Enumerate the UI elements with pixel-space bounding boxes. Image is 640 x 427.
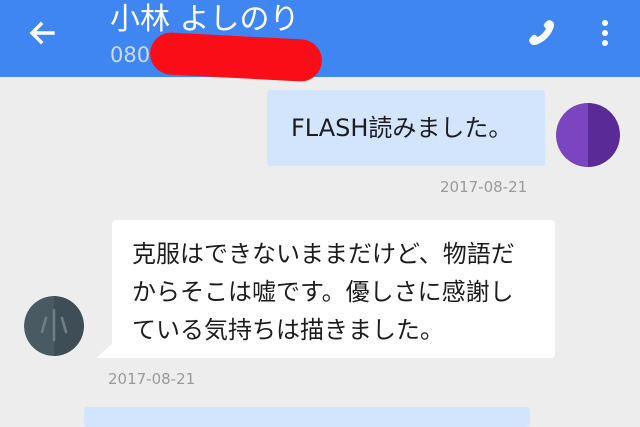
incoming-bubble-tail — [96, 342, 114, 358]
redaction-mark — [149, 31, 323, 83]
back-arrow-icon[interactable] — [26, 17, 58, 49]
more-options-icon[interactable] — [596, 15, 614, 51]
outgoing-message-bubble[interactable]: FLASH読みました。 — [267, 90, 545, 166]
outgoing-message-bubble-partial[interactable] — [84, 407, 530, 427]
outgoing-message-date: 2017-08-21 — [440, 178, 528, 196]
contact-name: 小林 よしのり — [110, 2, 300, 37]
message-text: FLASH読みました。 — [291, 114, 513, 142]
contact-avatar[interactable] — [24, 296, 84, 356]
message-line: 克服はできないままだけど、物語だ — [132, 240, 515, 268]
message-line: からそこは嘘です。優しさに感謝し — [132, 278, 514, 306]
incoming-message-date: 2017-08-21 — [108, 370, 196, 388]
contact-avatar-icon — [24, 296, 84, 356]
incoming-message-bubble[interactable]: 克服はできないままだけど、物語だ からそこは嘘です。優しさに感謝し ている気持ち… — [112, 220, 555, 358]
phone-icon[interactable] — [524, 15, 560, 51]
purple-avatar-icon — [556, 103, 620, 167]
contact-number: 080 — [110, 43, 151, 67]
message-text: 克服はできないままだけど、物語だ からそこは嘘です。優しさに感謝し ている気持ち… — [132, 235, 542, 349]
outgoing-bubble-tail — [527, 150, 545, 166]
message-line: ている気持ちは描きました。 — [132, 316, 444, 344]
conversation-header: 小林 よしのり 080 — [0, 0, 640, 83]
my-avatar[interactable] — [556, 103, 620, 167]
